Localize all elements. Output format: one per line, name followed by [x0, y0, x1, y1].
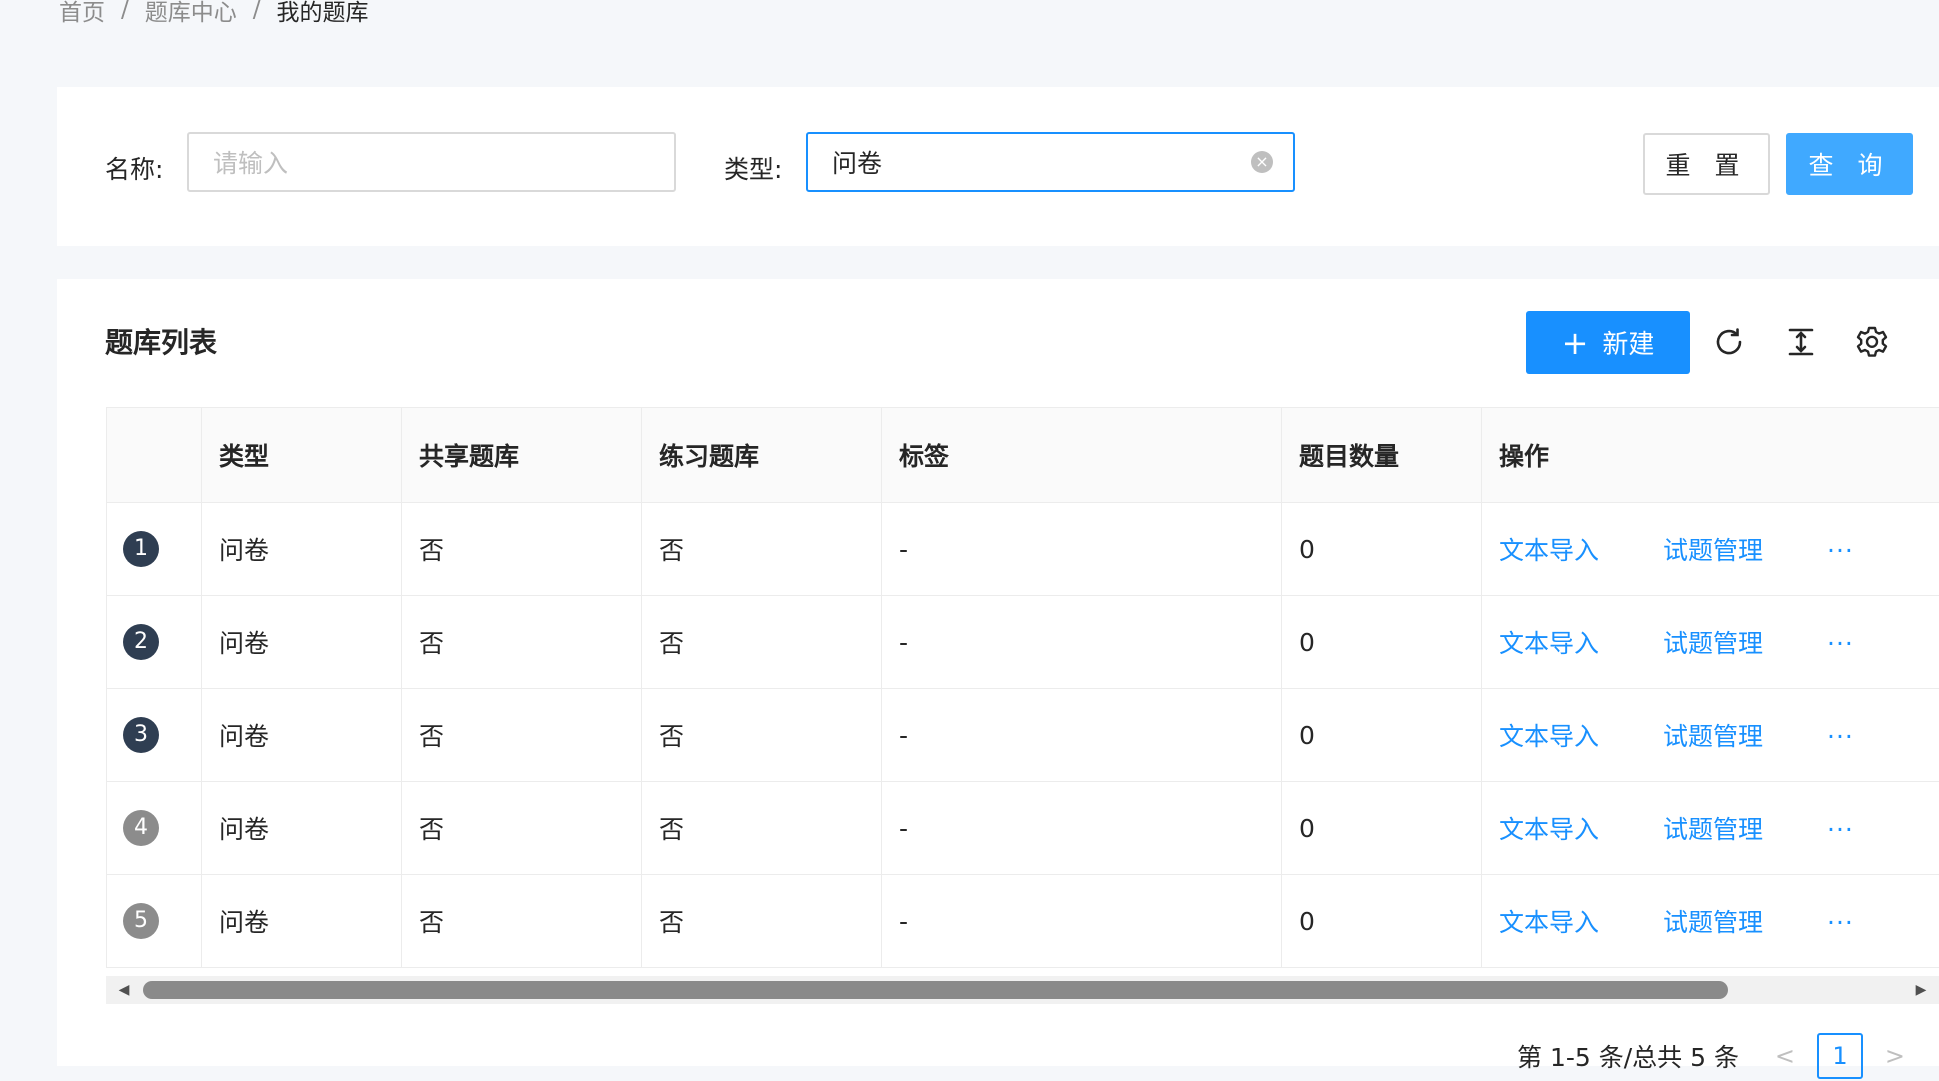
page-number-current[interactable]: 1 — [1817, 1033, 1863, 1079]
pagination-summary: 第 1-5 条/总共 5 条 — [1517, 1038, 1739, 1074]
list-title: 题库列表 — [105, 321, 217, 365]
text-import-link[interactable]: 文本导入 — [1499, 908, 1599, 937]
row-index-badge: 4 — [123, 810, 159, 846]
column-header-shared[interactable]: 共享题库 — [402, 408, 642, 503]
cell-shared: 否 — [402, 782, 642, 875]
scrollbar-thumb[interactable] — [143, 981, 1728, 999]
column-header-actions: 操作 — [1482, 408, 1939, 503]
more-actions-icon[interactable]: ··· — [1827, 629, 1854, 658]
name-input[interactable]: 请输入 — [187, 132, 676, 192]
type-label: 类型: — [724, 150, 782, 190]
table-row: 3 问卷 否 否 - 0 文本导入 试题管理 ··· — [107, 689, 1939, 782]
cell-tags: - — [882, 503, 1282, 596]
refresh-icon[interactable] — [1709, 322, 1749, 362]
settings-gear-icon[interactable] — [1852, 322, 1892, 362]
question-manage-link[interactable]: 试题管理 — [1663, 722, 1763, 751]
cell-practice: 否 — [642, 875, 882, 968]
column-header-tags[interactable]: 标签 — [882, 408, 1282, 503]
more-actions-icon[interactable]: ··· — [1827, 815, 1854, 844]
table-row: 1 问卷 否 否 - 0 文本导入 试题管理 ··· — [107, 503, 1939, 596]
type-select[interactable]: 问卷 × — [806, 132, 1295, 192]
cell-type: 问卷 — [202, 596, 402, 689]
question-manage-link[interactable]: 试题管理 — [1663, 629, 1763, 658]
cell-practice: 否 — [642, 503, 882, 596]
filter-panel: 名称: 请输入 类型: 问卷 × 重 置 查 询 — [57, 87, 1939, 246]
scroll-left-arrow-icon[interactable]: ◀ — [110, 976, 138, 1004]
more-actions-icon[interactable]: ··· — [1827, 722, 1854, 751]
question-bank-list-panel: 题库列表 + 新建 — [57, 279, 1939, 1066]
clear-icon[interactable]: × — [1251, 151, 1273, 173]
query-button[interactable]: 查 询 — [1786, 133, 1913, 195]
cell-tags: - — [882, 689, 1282, 782]
cell-shared: 否 — [402, 503, 642, 596]
table-header-row: 类型 共享题库 练习题库 标签 题目数量 操作 — [107, 408, 1939, 503]
cell-actions: 文本导入 试题管理 ··· — [1482, 875, 1939, 968]
cell-count: 0 — [1282, 596, 1482, 689]
cell-shared: 否 — [402, 596, 642, 689]
type-select-value: 问卷 — [832, 144, 882, 180]
text-import-link[interactable]: 文本导入 — [1499, 815, 1599, 844]
breadcrumb-question-bank-center[interactable]: 题库中心 — [145, 0, 237, 27]
column-header-type[interactable]: 类型 — [202, 408, 402, 503]
question-manage-link[interactable]: 试题管理 — [1663, 536, 1763, 565]
breadcrumb-separator: / — [121, 0, 129, 23]
cell-type: 问卷 — [202, 782, 402, 875]
text-import-link[interactable]: 文本导入 — [1499, 722, 1599, 751]
breadcrumb-separator: / — [253, 0, 261, 23]
text-import-link[interactable]: 文本导入 — [1499, 536, 1599, 565]
row-index-badge: 2 — [123, 624, 159, 660]
cell-count: 0 — [1282, 875, 1482, 968]
cell-type: 问卷 — [202, 689, 402, 782]
name-label: 名称: — [105, 150, 163, 190]
table-row: 4 问卷 否 否 - 0 文本导入 试题管理 ··· — [107, 782, 1939, 875]
cell-actions: 文本导入 试题管理 ··· — [1482, 596, 1939, 689]
pagination: 第 1-5 条/总共 5 条 < 1 > — [1517, 1031, 1913, 1081]
column-header-index — [107, 408, 202, 503]
more-actions-icon[interactable]: ··· — [1827, 908, 1854, 937]
cell-tags: - — [882, 782, 1282, 875]
cell-tags: - — [882, 596, 1282, 689]
name-input-placeholder: 请输入 — [213, 144, 288, 180]
new-button-label: 新建 — [1602, 324, 1654, 361]
row-index-badge: 5 — [123, 903, 159, 939]
text-import-link[interactable]: 文本导入 — [1499, 629, 1599, 658]
breadcrumb: 首页 / 题库中心 / 我的题库 — [59, 0, 369, 30]
more-actions-icon[interactable]: ··· — [1827, 536, 1854, 565]
question-bank-table: 类型 共享题库 练习题库 标签 题目数量 操作 1 问卷 否 否 - 0 — [106, 407, 1939, 968]
row-index-badge: 3 — [123, 717, 159, 753]
column-height-icon[interactable] — [1781, 322, 1821, 362]
row-index-badge: 1 — [123, 531, 159, 567]
cell-count: 0 — [1282, 689, 1482, 782]
breadcrumb-home[interactable]: 首页 — [59, 0, 105, 27]
question-manage-link[interactable]: 试题管理 — [1663, 815, 1763, 844]
cell-type: 问卷 — [202, 503, 402, 596]
cell-type: 问卷 — [202, 875, 402, 968]
horizontal-scrollbar[interactable]: ◀ ▶ — [106, 976, 1939, 1004]
cell-count: 0 — [1282, 503, 1482, 596]
column-header-practice[interactable]: 练习题库 — [642, 408, 882, 503]
breadcrumb-current: 我的题库 — [277, 0, 369, 27]
table-row: 2 问卷 否 否 - 0 文本导入 试题管理 ··· — [107, 596, 1939, 689]
cell-actions: 文本导入 试题管理 ··· — [1482, 689, 1939, 782]
cell-actions: 文本导入 试题管理 ··· — [1482, 503, 1939, 596]
cell-practice: 否 — [642, 596, 882, 689]
cell-actions: 文本导入 试题管理 ··· — [1482, 782, 1939, 875]
cell-shared: 否 — [402, 875, 642, 968]
column-header-count[interactable]: 题目数量 — [1282, 408, 1482, 503]
cell-practice: 否 — [642, 782, 882, 875]
reset-button[interactable]: 重 置 — [1643, 133, 1770, 195]
table-row: 5 问卷 否 否 - 0 文本导入 试题管理 ··· — [107, 875, 1939, 968]
plus-icon: + — [1562, 327, 1589, 359]
cell-count: 0 — [1282, 782, 1482, 875]
question-manage-link[interactable]: 试题管理 — [1663, 908, 1763, 937]
new-button[interactable]: + 新建 — [1526, 311, 1690, 374]
cell-tags: - — [882, 875, 1282, 968]
cell-shared: 否 — [402, 689, 642, 782]
cell-practice: 否 — [642, 689, 882, 782]
scroll-right-arrow-icon[interactable]: ▶ — [1907, 976, 1935, 1004]
